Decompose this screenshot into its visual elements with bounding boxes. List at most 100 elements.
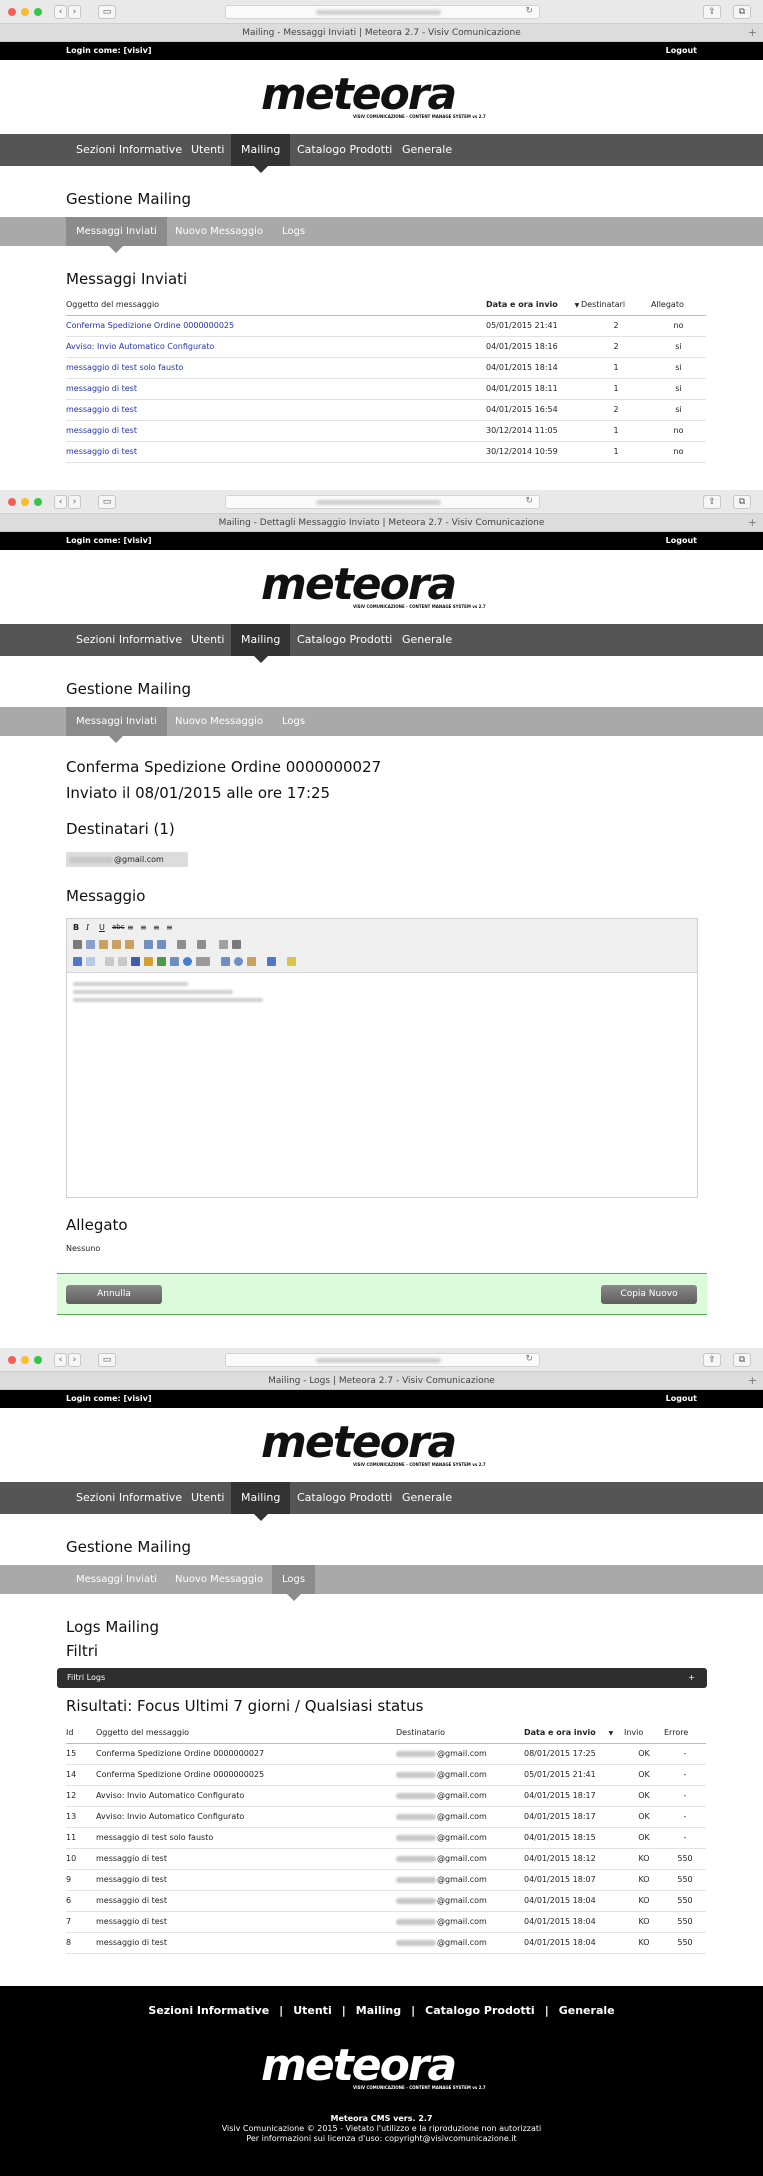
table-row[interactable]: 6 messaggio di test @gmail.com 04/01/2015 1… bbox=[66, 1890, 706, 1912]
sub-nav-logs[interactable]: Logs bbox=[272, 707, 315, 736]
table-row[interactable]: 11 messaggio di test solo fausto @gmail.co… bbox=[66, 1827, 706, 1849]
strikethrough-icon[interactable]: abc bbox=[112, 923, 125, 932]
redo-icon[interactable] bbox=[86, 957, 95, 966]
highlight-icon[interactable] bbox=[287, 957, 296, 966]
footer-meteora-logo[interactable]: meteora VISIV COMUNICAZIONE - CONTENT MA… bbox=[257, 2044, 505, 2092]
footer-nav-item[interactable]: Utenti bbox=[293, 2004, 332, 2017]
new-tab-icon[interactable]: + bbox=[748, 514, 757, 532]
recipient-chip[interactable]: @gmail.com bbox=[66, 852, 188, 867]
main-nav-generale[interactable]: Generale bbox=[392, 134, 462, 166]
align-center-icon[interactable]: ≡ bbox=[140, 923, 149, 932]
browser-tab[interactable]: Mailing - Messaggi Inviati | Meteora 2.7… bbox=[0, 24, 763, 42]
sub-nav-nuovo-messaggio[interactable]: Nuovo Messaggio bbox=[165, 217, 273, 246]
cleanup-icon[interactable] bbox=[144, 957, 153, 966]
share-icon[interactable]: ⇪ bbox=[703, 1353, 721, 1367]
main-nav-utenti[interactable]: Utenti bbox=[181, 134, 234, 166]
col-date[interactable]: Data e ora invio ▼ bbox=[524, 1723, 624, 1744]
main-nav-catalogo-prodotti[interactable]: Catalogo Prodotti bbox=[287, 624, 402, 656]
table-row[interactable]: messaggio di test 04/01/2015 18:11 1 si bbox=[66, 378, 706, 400]
copy-icon[interactable] bbox=[86, 940, 95, 949]
browser-tab[interactable]: Mailing - Logs | Meteora 2.7 - Visiv Com… bbox=[0, 1372, 763, 1390]
col-date[interactable]: Data e ora invio ▼ bbox=[486, 295, 581, 316]
reload-icon[interactable]: ↻ bbox=[525, 6, 533, 16]
tabs-icon[interactable]: ⧉ bbox=[733, 495, 751, 509]
main-nav-catalogo-prodotti[interactable]: Catalogo Prodotti bbox=[287, 1482, 402, 1514]
col-status[interactable]: Invio bbox=[624, 1723, 664, 1744]
back-icon[interactable]: ‹ bbox=[54, 1353, 67, 1367]
col-subject[interactable]: Oggetto del messaggio bbox=[66, 295, 486, 316]
main-nav-mailing[interactable]: Mailing bbox=[231, 134, 291, 173]
find-icon[interactable] bbox=[144, 940, 153, 949]
maximize-window-icon[interactable] bbox=[34, 8, 42, 16]
tabs-icon[interactable]: ⧉ bbox=[733, 1353, 751, 1367]
close-window-icon[interactable] bbox=[8, 8, 16, 16]
align-left-icon[interactable]: ≡ bbox=[127, 923, 136, 932]
address-bar[interactable]: ↻ bbox=[225, 1353, 540, 1367]
image-icon[interactable] bbox=[157, 957, 166, 966]
italic-icon[interactable]: I bbox=[86, 923, 95, 932]
numbered-list-icon[interactable] bbox=[197, 940, 206, 949]
main-nav-mailing[interactable]: Mailing bbox=[231, 1482, 291, 1521]
logout-link[interactable]: Logout bbox=[666, 1390, 697, 1408]
maximize-window-icon[interactable] bbox=[34, 1356, 42, 1364]
address-bar[interactable]: ↻ bbox=[225, 495, 540, 509]
back-icon[interactable]: ‹ bbox=[54, 5, 67, 19]
cancel-button[interactable]: Annulla bbox=[66, 1285, 162, 1304]
underline-icon[interactable]: U bbox=[99, 923, 108, 932]
html-icon[interactable] bbox=[196, 957, 210, 966]
footer-nav-item[interactable]: Catalogo Prodotti bbox=[425, 2004, 535, 2017]
meteora-logo[interactable]: meteora VISIV COMUNICAZIONE - CONTENT MA… bbox=[257, 1421, 505, 1469]
close-window-icon[interactable] bbox=[8, 498, 16, 506]
anchor-icon[interactable] bbox=[131, 957, 140, 966]
minimize-window-icon[interactable] bbox=[21, 1356, 29, 1364]
maximize-window-icon[interactable] bbox=[34, 498, 42, 506]
message-subject-link[interactable]: Conferma Spedizione Ordine 0000000025 bbox=[66, 315, 486, 337]
indent-icon[interactable] bbox=[232, 940, 241, 949]
browser-tab[interactable]: Mailing - Dettagli Messaggio Inviato | M… bbox=[0, 514, 763, 532]
col-attachment[interactable]: Allegato bbox=[651, 295, 706, 316]
message-editor[interactable]: B I U abc ≡ ≡ ≡ ≡ bbox=[66, 918, 698, 1198]
sub-nav-messaggi-inviati[interactable]: Messaggi Inviati bbox=[66, 217, 167, 253]
bold-icon[interactable]: B bbox=[73, 923, 82, 932]
cut-icon[interactable] bbox=[73, 940, 82, 949]
share-icon[interactable]: ⇪ bbox=[703, 495, 721, 509]
main-nav-catalogo-prodotti[interactable]: Catalogo Prodotti bbox=[287, 134, 402, 166]
back-icon[interactable]: ‹ bbox=[54, 495, 67, 509]
table-row[interactable]: messaggio di test solo fausto 04/01/2015 … bbox=[66, 357, 706, 379]
table-row[interactable]: 9 messaggio di test @gmail.com 04/01/2015 1… bbox=[66, 1869, 706, 1891]
table-row[interactable]: Conferma Spedizione Ordine 0000000025 05/… bbox=[66, 315, 706, 337]
undo-icon[interactable] bbox=[73, 957, 82, 966]
sort-desc-icon[interactable]: ▼ bbox=[609, 1730, 614, 1737]
sidebar-icon[interactable]: ▭ bbox=[98, 1353, 116, 1367]
table-row[interactable]: 8 messaggio di test @gmail.com 04/01/2015 1… bbox=[66, 1932, 706, 1954]
col-recipients[interactable]: Destinatari bbox=[581, 295, 651, 316]
message-subject-link[interactable]: messaggio di test bbox=[66, 441, 486, 463]
paste-icon[interactable] bbox=[99, 940, 108, 949]
message-subject-link[interactable]: messaggio di test solo fausto bbox=[66, 357, 486, 379]
main-nav-sezioni-informative[interactable]: Sezioni Informative bbox=[66, 624, 192, 656]
link-icon[interactable] bbox=[105, 957, 114, 966]
footer-nav-item[interactable]: Mailing bbox=[356, 2004, 401, 2017]
forward-icon[interactable]: › bbox=[68, 495, 81, 509]
table-row[interactable]: messaggio di test 30/12/2014 11:05 1 no bbox=[66, 420, 706, 442]
table-icon[interactable] bbox=[221, 957, 230, 966]
main-nav-sezioni-informative[interactable]: Sezioni Informative bbox=[66, 134, 192, 166]
col-subject[interactable]: Oggetto del messaggio bbox=[96, 1723, 396, 1744]
forward-icon[interactable]: › bbox=[68, 1353, 81, 1367]
address-bar[interactable]: ↻ bbox=[225, 5, 540, 19]
main-nav-mailing[interactable]: Mailing bbox=[231, 624, 291, 663]
message-subject-link[interactable]: messaggio di test bbox=[66, 420, 486, 442]
main-nav-sezioni-informative[interactable]: Sezioni Informative bbox=[66, 1482, 192, 1514]
editor-content[interactable] bbox=[67, 974, 697, 1197]
sort-desc-icon[interactable]: ▼ bbox=[575, 302, 580, 309]
logout-link[interactable]: Logout bbox=[666, 532, 697, 550]
sub-nav-logs[interactable]: Logs bbox=[272, 217, 315, 246]
outdent-icon[interactable] bbox=[219, 940, 228, 949]
expand-plus-icon[interactable]: + bbox=[688, 1668, 695, 1688]
font-color-icon[interactable] bbox=[267, 957, 276, 966]
sub-nav-messaggi-inviati[interactable]: Messaggi Inviati bbox=[66, 1565, 167, 1594]
share-icon[interactable]: ⇪ bbox=[703, 5, 721, 19]
sidebar-icon[interactable]: ▭ bbox=[98, 5, 116, 19]
message-subject-link[interactable]: messaggio di test bbox=[66, 378, 486, 400]
footer-nav-item[interactable]: Generale bbox=[559, 2004, 615, 2017]
